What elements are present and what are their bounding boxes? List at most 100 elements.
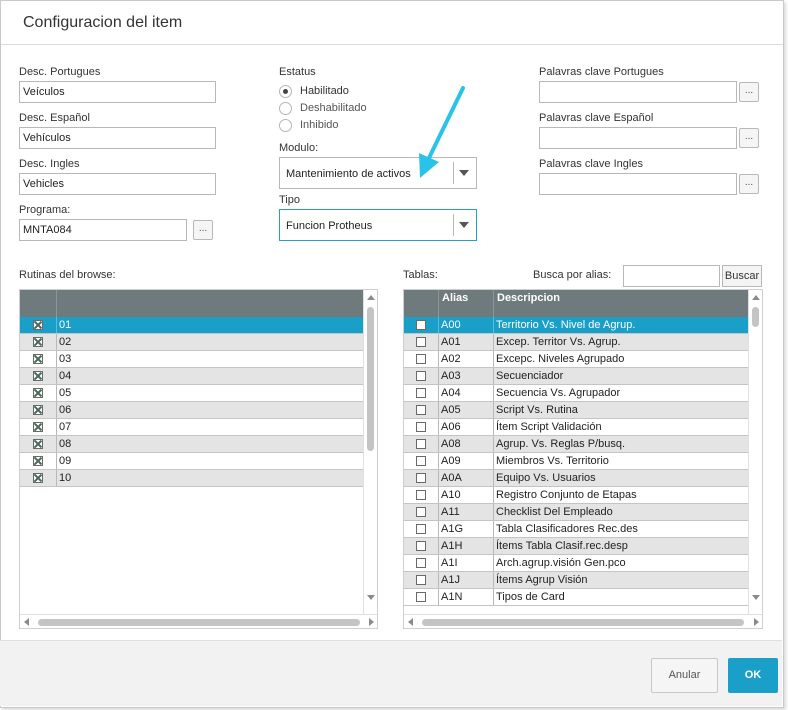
table-check-cell[interactable] [404, 572, 439, 588]
ok-button[interactable]: OK [728, 658, 778, 693]
table-check-cell[interactable] [404, 487, 439, 503]
checkbox-icon[interactable] [416, 337, 426, 347]
table-row[interactable]: A04 Secuencia Vs. Agrupador [404, 385, 748, 402]
checkbox-checked-icon[interactable] [33, 473, 43, 483]
programa-lookup-button[interactable]: ... [193, 220, 213, 240]
keywords-espanol-input[interactable] [539, 127, 737, 149]
scroll-left-icon[interactable] [24, 618, 29, 626]
radio-inhibido[interactable]: Inhibido [279, 117, 339, 133]
radio-deshabilitado[interactable]: Deshabilitado [279, 100, 367, 116]
search-button[interactable]: Buscar [722, 265, 762, 287]
table-row[interactable]: A1N Tipos de Card [404, 589, 748, 606]
checkbox-checked-icon[interactable] [33, 405, 43, 415]
table-check-cell[interactable] [404, 317, 439, 333]
scroll-right-icon[interactable] [754, 618, 759, 626]
desc-espanol-input[interactable]: Vehículos [19, 127, 216, 149]
browse-check-cell[interactable] [20, 436, 57, 452]
checkbox-checked-icon[interactable] [33, 320, 43, 330]
table-check-cell[interactable] [404, 334, 439, 350]
table-row[interactable]: A08 Agrup. Vs. Reglas P/busq. [404, 436, 748, 453]
checkbox-icon[interactable] [416, 354, 426, 364]
radio-habilitado[interactable]: Habilitado [279, 83, 349, 99]
keywords-ingles-input[interactable] [539, 173, 737, 195]
checkbox-checked-icon[interactable] [33, 371, 43, 381]
browse-check-cell[interactable] [20, 385, 57, 401]
checkbox-icon[interactable] [416, 320, 426, 330]
browse-row[interactable]: 02 [20, 334, 363, 351]
table-row[interactable]: A1J Ítems Agrup Visión [404, 572, 748, 589]
scroll-up-icon[interactable] [367, 295, 375, 300]
browse-row[interactable]: 10 [20, 470, 363, 487]
checkbox-icon[interactable] [416, 558, 426, 568]
browse-check-cell[interactable] [20, 334, 57, 350]
table-check-cell[interactable] [404, 555, 439, 571]
table-row[interactable]: A09 Miembros Vs. Territorio [404, 453, 748, 470]
scroll-down-icon[interactable] [752, 595, 760, 600]
scroll-thumb[interactable] [367, 307, 374, 451]
checkbox-icon[interactable] [416, 541, 426, 551]
browse-check-cell[interactable] [20, 419, 57, 435]
browse-row[interactable]: 04 [20, 368, 363, 385]
checkbox-icon[interactable] [416, 405, 426, 415]
browse-check-cell[interactable] [20, 470, 57, 486]
desc-portugues-input[interactable]: Veículos [19, 81, 216, 103]
browse-row[interactable]: 09 [20, 453, 363, 470]
keywords-portugues-input[interactable] [539, 81, 737, 103]
table-row[interactable]: A0A Equipo Vs. Usuarios [404, 470, 748, 487]
checkbox-icon[interactable] [416, 439, 426, 449]
checkbox-icon[interactable] [416, 388, 426, 398]
table-check-cell[interactable] [404, 436, 439, 452]
descripcion-column-header[interactable]: Descripcion [494, 290, 748, 317]
browse-vertical-scrollbar[interactable] [363, 290, 377, 614]
browse-check-cell[interactable] [20, 351, 57, 367]
checkbox-icon[interactable] [416, 490, 426, 500]
table-check-cell[interactable] [404, 538, 439, 554]
browse-row[interactable]: 07 [20, 419, 363, 436]
scroll-right-icon[interactable] [369, 618, 374, 626]
programa-input[interactable]: MNTA084 [19, 219, 187, 241]
scroll-up-icon[interactable] [752, 295, 760, 300]
table-check-cell[interactable] [404, 453, 439, 469]
browse-row[interactable]: 06 [20, 402, 363, 419]
table-row[interactable]: A11 Checklist Del Empleado [404, 504, 748, 521]
search-alias-input[interactable] [623, 265, 720, 287]
table-row[interactable]: A02 Excepc. Niveles Agrupado [404, 351, 748, 368]
table-row[interactable]: A00 Territorio Vs. Nivel de Agrup. [404, 317, 748, 334]
checkbox-icon[interactable] [416, 592, 426, 602]
table-check-cell[interactable] [404, 402, 439, 418]
table-row[interactable]: A10 Registro Conjunto de Etapas [404, 487, 748, 504]
checkbox-icon[interactable] [416, 524, 426, 534]
keywords-espanol-button[interactable]: ... [739, 128, 759, 148]
checkbox-checked-icon[interactable] [33, 439, 43, 449]
checkbox-checked-icon[interactable] [33, 456, 43, 466]
checkbox-icon[interactable] [416, 473, 426, 483]
table-check-cell[interactable] [404, 504, 439, 520]
browse-check-cell[interactable] [20, 317, 57, 333]
table-row[interactable]: A06 Ítem Script Validación [404, 419, 748, 436]
cancel-button[interactable]: Anular [651, 658, 718, 693]
table-row[interactable]: A01 Excep. Territor Vs. Agrup. [404, 334, 748, 351]
browse-check-cell[interactable] [20, 453, 57, 469]
table-row[interactable]: A1G Tabla Clasificadores Rec.des [404, 521, 748, 538]
scroll-thumb[interactable] [752, 307, 759, 327]
table-check-cell[interactable] [404, 368, 439, 384]
browse-row[interactable]: 08 [20, 436, 363, 453]
table-row[interactable]: A05 Script Vs. Rutina [404, 402, 748, 419]
keywords-ingles-button[interactable]: ... [739, 174, 759, 194]
alias-column-header[interactable]: Alias [439, 290, 494, 317]
scroll-left-icon[interactable] [408, 618, 413, 626]
tipo-select[interactable]: Funcion Protheus [279, 209, 477, 241]
browse-check-cell[interactable] [20, 402, 57, 418]
checkbox-checked-icon[interactable] [33, 422, 43, 432]
browse-horizontal-scrollbar[interactable] [20, 614, 377, 628]
desc-ingles-input[interactable]: Vehicles [19, 173, 216, 195]
checkbox-icon[interactable] [416, 371, 426, 381]
checkbox-checked-icon[interactable] [33, 388, 43, 398]
table-check-cell[interactable] [404, 385, 439, 401]
table-check-cell[interactable] [404, 521, 439, 537]
browse-row[interactable]: 01 [20, 317, 363, 334]
checkbox-icon[interactable] [416, 422, 426, 432]
scroll-down-icon[interactable] [367, 595, 375, 600]
table-check-cell[interactable] [404, 351, 439, 367]
keywords-portugues-button[interactable]: ... [739, 82, 759, 102]
